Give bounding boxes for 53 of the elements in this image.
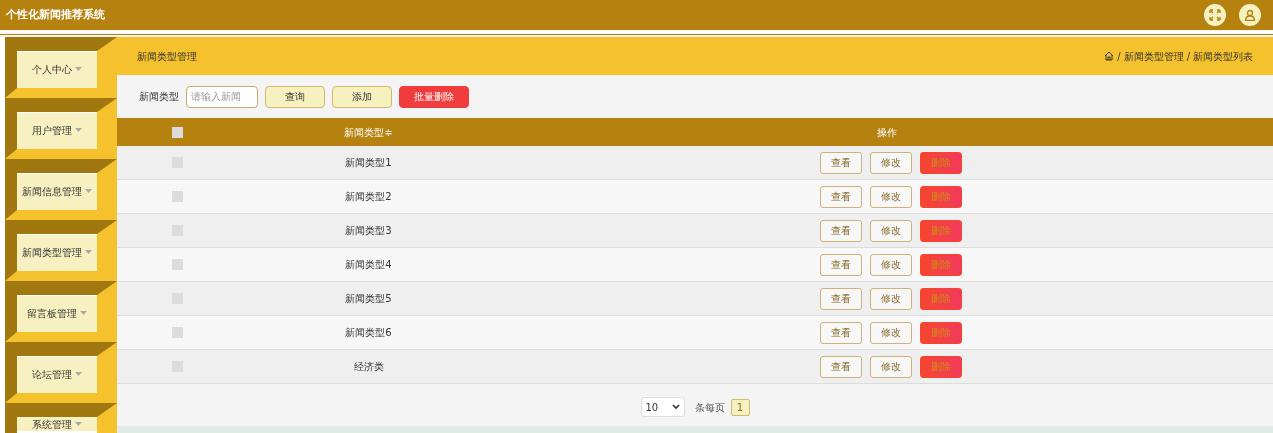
action-button[interactable]: 查看 [819,185,862,208]
page-size-select[interactable]: 10 [640,397,685,417]
table-cell-text: 新闻类型3 [345,224,392,238]
home-icon[interactable] [1104,51,1115,61]
search-label: 新闻类型 [139,90,179,104]
caret-icon [85,250,92,255]
row-checkbox[interactable] [171,259,183,270]
row-checkbox[interactable] [171,191,183,202]
action-button[interactable]: 查看 [819,355,862,378]
caret-icon [80,311,87,316]
batch-delete-button[interactable]: 批量删除 [399,85,469,108]
caret-icon [75,372,82,377]
action-button[interactable]: 修改 [869,287,912,310]
table-cell-text: 新闻类型4 [345,258,392,272]
breadcrumb-separator: / [1117,49,1121,64]
action-button[interactable]: 修改 [869,219,912,242]
action-button[interactable]: 修改 [869,321,912,344]
per-page-label: 条每页 [694,400,725,415]
chevron-down-icon [671,404,680,410]
breadcrumb-item[interactable]: 新闻类型管理 [1123,48,1184,64]
page-title: 新闻类型管理 [137,49,197,64]
action-button[interactable]: 修改 [869,253,912,276]
action-button[interactable]: 查看 [819,287,862,310]
select-all-checkbox[interactable] [171,126,183,138]
breadcrumb-separator: / [1186,49,1190,64]
action-button[interactable]: 查看 [819,253,862,276]
toolbar-button[interactable]: 查询 [265,85,325,108]
toolbar-button[interactable]: 添加 [332,85,392,108]
action-button[interactable]: 查看 [819,151,862,174]
action-button[interactable]: 查看 [819,219,862,242]
caret-icon [85,189,92,194]
caret-icon [75,128,82,133]
caret-icon [75,421,82,427]
table-cell-text: 新闻类型1 [345,156,392,170]
table-cell-text: 经济类 [353,360,384,374]
table-cell-text: 新闻类型5 [345,292,392,306]
column-header: 操作 [876,125,897,140]
menu-item[interactable]: 系统管理 [5,403,117,433]
user-icon[interactable] [1239,4,1261,26]
table-cell-text: 新闻类型2 [345,190,392,204]
column-header[interactable]: 新闻类型≑ [344,124,393,140]
row-checkbox[interactable] [171,327,183,338]
action-button[interactable]: 修改 [869,151,912,174]
action-button[interactable]: 查看 [819,321,862,344]
action-button[interactable]: 修改 [869,355,912,378]
app-title: 个性化新闻推荐系统 [6,6,105,23]
fullscreen-icon[interactable] [1204,4,1226,26]
action-button[interactable]: 修改 [869,185,912,208]
caret-icon [75,67,82,72]
search-field[interactable]: 请输入新闻 [186,85,258,108]
breadcrumb-item[interactable]: 新闻类型列表 [1193,48,1253,64]
page-button[interactable]: 1 [730,398,750,416]
table-cell-text: 新闻类型6 [345,326,392,340]
